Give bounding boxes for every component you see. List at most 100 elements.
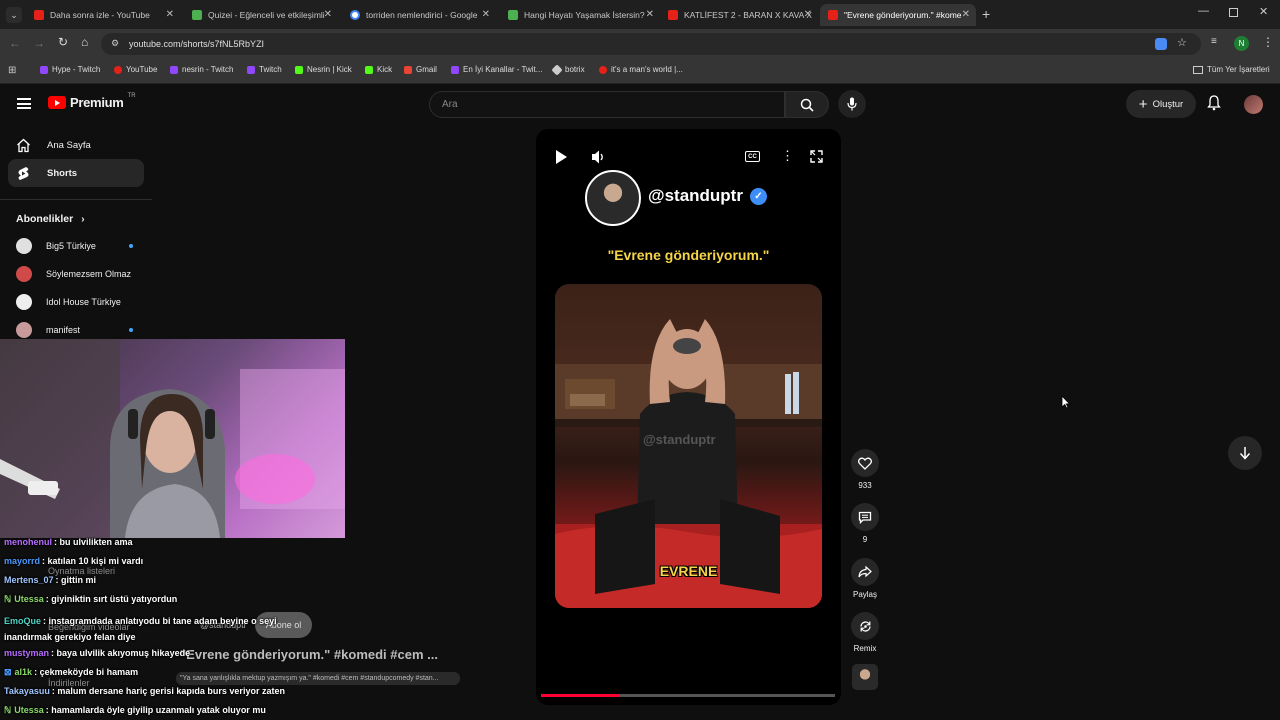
heart-icon (858, 457, 872, 470)
subscription-item[interactable]: Söylemezsem Olmaz (16, 266, 131, 282)
bookmark-5[interactable]: Kick (365, 65, 392, 74)
home-icon[interactable]: ⌂ (81, 35, 88, 49)
tab-3[interactable]: Hangi Hayatı Yaşamak İstersin? ✕ (500, 4, 660, 26)
voice-search-button[interactable] (838, 90, 866, 118)
play-button[interactable] (556, 150, 567, 164)
bookmark-3[interactable]: Twitch (247, 65, 282, 74)
share-icon (858, 566, 872, 578)
remix-button[interactable] (851, 612, 879, 640)
share-action[interactable]: Paylaş (849, 558, 881, 599)
tab-label: Hangi Hayatı Yaşamak İstersin? (524, 10, 645, 20)
subscription-item[interactable]: Idol House Türkiye (16, 294, 121, 310)
bookmark-1[interactable]: YouTube (114, 65, 157, 74)
comment-button[interactable] (851, 503, 879, 531)
chat-badge-icon: ℕ (4, 705, 12, 715)
tab-5-active[interactable]: "Evrene gönderiyorum." #kome ✕ (820, 4, 976, 26)
sidebar-item-shorts[interactable]: Shorts (8, 159, 144, 187)
chat-username: Utessa (14, 594, 44, 604)
channel-avatar[interactable] (585, 170, 641, 226)
quiz-icon (508, 10, 518, 20)
forward-icon[interactable]: → (33, 36, 45, 50)
close-icon[interactable]: ✕ (804, 9, 812, 20)
chat-username: mustyman (4, 648, 50, 658)
search-input[interactable]: Ara (429, 91, 785, 118)
subscriptions-header[interactable]: Abonelikler › (16, 213, 85, 225)
captions-icon[interactable]: CC (745, 151, 760, 162)
volume-icon[interactable] (591, 149, 605, 165)
subscription-item[interactable]: Big5 Türkiye (16, 238, 96, 254)
maximize-button[interactable] (1229, 8, 1238, 17)
translate-icon[interactable] (1155, 38, 1167, 50)
chat-badge-icon: ℕ (4, 594, 12, 604)
navigation-bar: ← → ↻ ⌂ ⚙ youtube.com/shorts/s7fNL5RbYZI… (0, 29, 1280, 59)
close-icon[interactable]: ✕ (166, 9, 174, 20)
profile-avatar[interactable]: N (1234, 36, 1249, 51)
bookmark-label: Kick (377, 65, 393, 74)
next-short-button[interactable] (1228, 436, 1262, 470)
close-icon[interactable]: ✕ (962, 9, 970, 20)
chat-username: menohenul (4, 537, 53, 547)
new-content-dot (129, 328, 133, 332)
shorts-player[interactable]: CC ⋮ @standuptr ✓ "Evrene gönderiyorum."… (536, 129, 841, 705)
twitch-icon (451, 65, 459, 74)
close-icon[interactable]: ✕ (324, 9, 332, 20)
back-icon[interactable]: ← (9, 36, 21, 50)
bookmark-6[interactable]: Gmail (404, 65, 437, 74)
close-icon[interactable]: ✕ (482, 9, 490, 20)
apps-grid-icon[interactable]: ⊞ (8, 65, 16, 76)
reload-icon[interactable]: ↻ (58, 35, 68, 49)
plus-icon: + (1138, 95, 1148, 113)
bookmark-9[interactable]: it's a man's world |... (599, 65, 683, 74)
channel-handle[interactable]: @standuptr ✓ (648, 186, 767, 206)
mouse-cursor-icon (1061, 395, 1070, 409)
sidebar-item-home[interactable]: Ana Sayfa (8, 131, 144, 159)
video-watermark: @standuptr (643, 432, 716, 447)
media-controls-icon[interactable]: ≡ (1211, 36, 1217, 47)
share-button[interactable] (851, 558, 879, 586)
tab-2[interactable]: torriden nemlendirici - Google ✕ (342, 4, 496, 26)
bookmark-4[interactable]: Nesrin | Kick (295, 65, 352, 74)
tab-1[interactable]: Quizei - Eğlenceli ve etkileşimli ✕ (184, 4, 338, 26)
tab-4[interactable]: KATLİFEST 2 - BARAN X KAVA X ✕ (660, 4, 818, 26)
new-tab-button[interactable]: + (982, 6, 990, 22)
channel-name: Idol House Türkiye (46, 297, 121, 307)
tab-search-button[interactable]: ⌄ (6, 7, 22, 23)
subscription-item[interactable]: manifest (16, 322, 80, 338)
sound-thumbnail[interactable] (852, 664, 878, 690)
youtube-logo[interactable]: Premium TR (48, 93, 136, 110)
more-options-icon[interactable]: ⋮ (781, 148, 794, 164)
like-action[interactable]: 933 (849, 449, 881, 490)
create-button[interactable]: + Oluştur (1126, 90, 1196, 118)
share-label: Paylaş (852, 590, 877, 599)
search-button[interactable] (785, 91, 829, 118)
bookmark-label: Gmail (416, 65, 437, 74)
bookmark-label: YouTube (126, 65, 158, 74)
like-button[interactable] (851, 449, 879, 477)
subscriptions-label: Abonelikler (16, 213, 74, 225)
account-avatar[interactable] (1244, 95, 1263, 114)
comment-action[interactable]: 9 (849, 503, 881, 544)
bookmark-label: botrix (565, 65, 585, 74)
address-bar[interactable]: ⚙ youtube.com/shorts/s7fNL5RbYZI ☆ (101, 33, 1201, 55)
minimize-button[interactable]: — (1198, 5, 1209, 17)
sidebar-item-label: Ana Sayfa (47, 139, 91, 151)
remix-label: Remix (853, 644, 877, 653)
tab-0[interactable]: Daha sonra izle - YouTube ✕ (26, 4, 180, 26)
browser-menu-icon[interactable]: ⋮ (1262, 35, 1274, 49)
fullscreen-icon[interactable] (810, 150, 823, 163)
remix-action[interactable]: Remix (849, 612, 881, 653)
chat-text: : gittin mi (55, 575, 97, 585)
notifications-bell-icon[interactable] (1207, 95, 1221, 116)
bookmark-star-icon[interactable]: ☆ (1177, 36, 1187, 49)
hamburger-menu-icon[interactable] (17, 98, 31, 109)
all-bookmarks[interactable]: Tüm Yer İşaretleri (1193, 65, 1270, 74)
bookmark-8[interactable]: botrix (551, 63, 585, 76)
shorts-icon (18, 166, 29, 180)
close-icon[interactable]: ✕ (646, 9, 654, 20)
bookmark-7[interactable]: En İyi Kanallar - Twit... (451, 65, 542, 74)
progress-bar-track[interactable] (541, 694, 835, 697)
bookmark-0[interactable]: Hype - Twitch (40, 65, 100, 74)
bookmark-2[interactable]: nesrin - Twitch (170, 65, 233, 74)
close-window-button[interactable]: ✕ (1259, 5, 1268, 18)
site-info-icon[interactable]: ⚙ (111, 38, 119, 49)
